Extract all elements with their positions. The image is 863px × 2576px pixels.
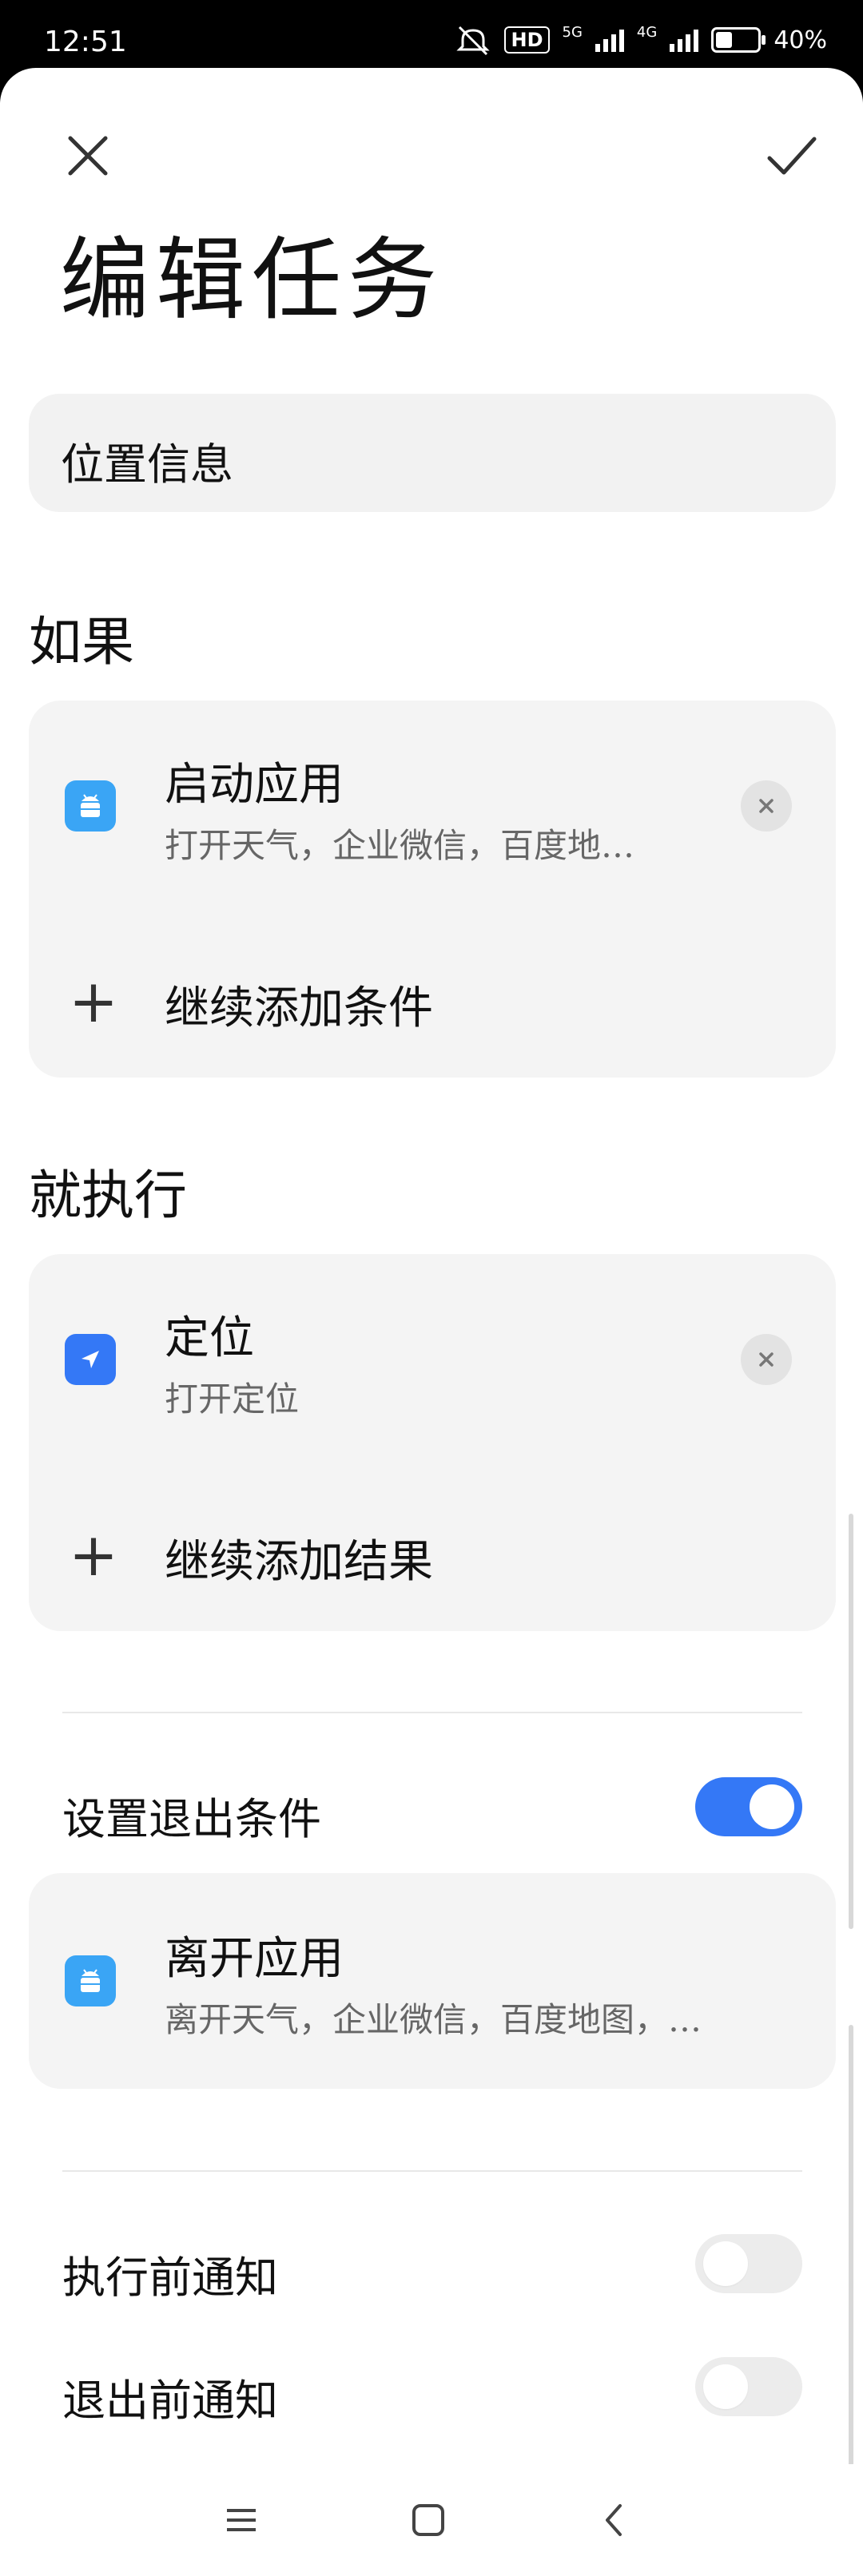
status-time: 12:51 [44,26,127,58]
close-icon [759,1352,774,1367]
notify-before-execute-toggle[interactable] [695,2234,802,2293]
network-5g-label: 5G [562,23,583,41]
edit-task-sheet: 编辑任务 位置信息 如果 启动应用 打开天气，企业微信，百度地… + 继续添加条… [0,68,863,2576]
if-conditions-card: 启动应用 打开天气，企业微信，百度地… + 继续添加条件 [29,701,836,1078]
signal-5g-icon [595,28,624,52]
page-title: 编辑任务 [60,228,443,332]
close-icon [68,136,108,176]
remove-condition-button[interactable] [741,780,792,832]
navigation-bar [0,2464,863,2576]
notify-before-execute-label: 执行前通知 [62,2253,278,2303]
add-condition-button[interactable]: + 继续添加条件 [29,940,836,1052]
notify-before-exit-toggle[interactable] [695,2357,802,2416]
action-title: 定位 [165,1312,254,1364]
exit-condition-toggle[interactable] [695,1777,802,1836]
if-section-title: 如果 [29,611,134,673]
divider [62,1712,802,1713]
hd-icon: HD [504,26,550,54]
battery-level: 40% [774,26,827,54]
back-icon [606,2504,622,2536]
remove-action-button[interactable] [741,1334,792,1385]
mute-icon [456,26,491,56]
location-arrow-icon [65,1334,116,1385]
exit-item-subtitle: 离开天气，企业微信，百度地图，… [165,2000,702,2039]
network-4g-label: 4G [636,23,658,41]
signal-4g-icon [670,28,699,52]
confirm-button[interactable] [747,112,835,200]
condition-item[interactable]: 启动应用 打开天气，企业微信，百度地… [29,701,836,912]
plus-icon: + [69,1521,119,1590]
plus-icon: + [69,967,119,1036]
then-actions-card: 定位 打开定位 + 继续添加结果 [29,1254,836,1631]
exit-item-title: 离开应用 [165,1933,344,1985]
notify-before-exit-label: 退出前通知 [62,2376,278,2426]
divider [62,2170,802,2172]
menu-button[interactable] [209,2488,273,2552]
home-icon [412,2504,444,2536]
check-icon [767,137,817,175]
add-condition-label: 继续添加条件 [165,982,433,1034]
close-icon [759,799,774,813]
action-subtitle: 打开定位 [165,1379,300,1419]
action-item[interactable]: 定位 打开定位 [29,1254,836,1466]
back-button[interactable] [583,2488,647,2552]
battery-icon [711,27,766,53]
add-action-label: 继续添加结果 [165,1536,433,1588]
condition-title: 启动应用 [165,759,344,811]
menu-icon [227,2509,256,2531]
then-section-title: 就执行 [29,1165,187,1226]
exit-condition-label: 设置退出条件 [62,1794,321,1844]
android-app-icon [65,780,116,832]
close-button[interactable] [44,112,132,200]
scrollbar[interactable] [849,1514,853,1929]
scrollbar[interactable] [849,2025,853,2488]
add-action-button[interactable]: + 继续添加结果 [29,1494,836,1606]
condition-subtitle: 打开天气，企业微信，百度地… [165,826,635,865]
task-name-value: 位置信息 [61,439,233,490]
home-button[interactable] [396,2488,460,2552]
exit-condition-card[interactable]: 离开应用 离开天气，企业微信，百度地图，… [29,1873,836,2089]
task-name-input[interactable]: 位置信息 [29,394,836,512]
